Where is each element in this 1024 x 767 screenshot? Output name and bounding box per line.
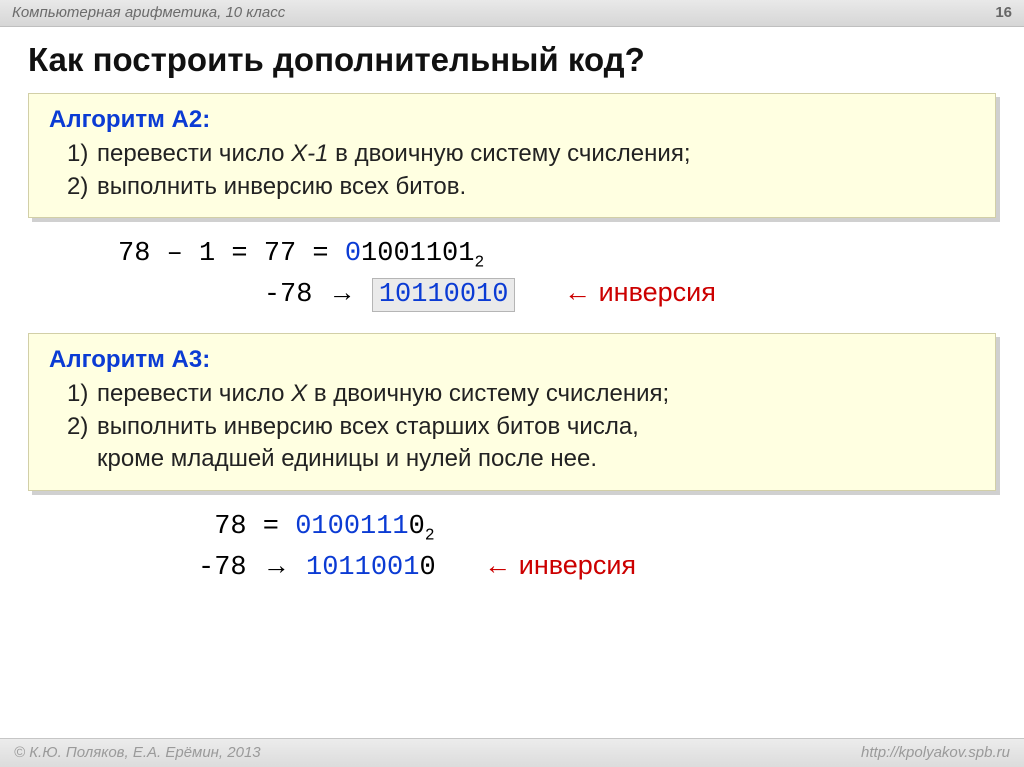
algorithm-a3-box: Алгоритм A3: 1)перевести число X в двоич… (28, 333, 996, 491)
algo-a2-step2: 2)выполнить инверсию всех битов. (49, 171, 975, 203)
eq-row-1: 78 – 1 = 77 = 010011012 (118, 236, 996, 274)
step-number: 1) (67, 138, 97, 170)
eq-text: 78 – 1 = 77 = (118, 239, 345, 269)
slide-content: Как построить дополнительный код? Алгори… (0, 27, 1024, 587)
step-text: перевести число (97, 380, 291, 407)
eq-row-2: -78 → 10110010 ← инверсия (118, 274, 996, 315)
step-text: кроме младшей единицы и нулей после нее. (97, 445, 597, 472)
base-subscript: 2 (425, 526, 435, 544)
example-a3: 78 = 010011102 -78 → 10110010 ← инверсия (198, 509, 996, 588)
leading-zero: 0 (345, 239, 361, 269)
course-title: Компьютерная арифметика, 10 класс (12, 0, 285, 26)
algo-a3-step2-cont: кроме младшей единицы и нулей после нее. (49, 443, 975, 475)
eq-space (515, 280, 564, 310)
eq-indent (118, 280, 264, 310)
variable-x: X (291, 380, 307, 407)
site-url: http://kpolyakov.spb.ru (861, 739, 1010, 767)
right-arrow-icon: → (263, 550, 290, 580)
copyright: © К.Ю. Поляков, Е.А. Ерёмин, 2013 (14, 739, 261, 767)
inversion-text: инверсия (511, 550, 636, 580)
left-arrow-icon: ← (564, 277, 591, 307)
blue-prefix-bits: 0100111 (295, 512, 408, 542)
step-number-blank (67, 443, 97, 475)
algorithm-a2-box: Алгоритм A2: 1)перевести число X-1 в дво… (28, 93, 996, 218)
header-bar: Компьютерная арифметика, 10 класс 16 (0, 0, 1024, 27)
step-text: перевести число (97, 140, 291, 167)
example-a2: 78 – 1 = 77 = 010011012 -78 → 10110010 ←… (118, 236, 996, 315)
step-number: 2) (67, 411, 97, 443)
base-subscript: 2 (474, 254, 484, 272)
step-text: выполнить инверсию всех битов. (97, 173, 466, 200)
page-number: 16 (995, 0, 1012, 26)
step-text: в двоичную систему счисления; (307, 380, 669, 407)
inversion-text: инверсия (591, 277, 716, 307)
eq-space (436, 553, 485, 583)
blue-inverted-bits: 1011001 (306, 553, 419, 583)
step-number: 1) (67, 378, 97, 410)
left-arrow-icon: ← (484, 550, 511, 580)
eq2-row-1: 78 = 010011102 (198, 509, 996, 547)
eq2-row-2: -78 → 10110010 ← инверсия (198, 547, 996, 588)
eq-space (290, 553, 306, 583)
step-number: 2) (67, 171, 97, 203)
algo-a3-step2: 2)выполнить инверсию всех старших битов … (49, 411, 975, 443)
tail-bits: 0 (409, 512, 425, 542)
inversion-label: ← инверсия (564, 277, 716, 307)
variable-x-minus-1: X-1 (291, 140, 328, 167)
eq-text: -78 (198, 553, 263, 583)
algo-a2-step1: 1)перевести число X-1 в двоичную систему… (49, 138, 975, 170)
algo-a2-heading: Алгоритм A2: (49, 104, 975, 136)
step-text: выполнить инверсию всех старших битов чи… (97, 413, 639, 440)
eq-text: -78 (264, 280, 329, 310)
right-arrow-icon: → (329, 277, 356, 307)
inverted-result: 10110010 (372, 278, 516, 312)
eq-space (356, 280, 372, 310)
page-title: Как построить дополнительный код? (28, 41, 996, 79)
algo-a3-step1: 1)перевести число X в двоичную систему с… (49, 378, 975, 410)
eq-text: 78 = (198, 512, 295, 542)
step-text: в двоичную систему счисления; (329, 140, 691, 167)
binary-digits: 1001101 (361, 239, 474, 269)
tail-bits: 0 (419, 553, 435, 583)
inversion-label: ← инверсия (484, 550, 636, 580)
footer-bar: © К.Ю. Поляков, Е.А. Ерёмин, 2013 http:/… (0, 738, 1024, 767)
algo-a3-heading: Алгоритм A3: (49, 344, 975, 376)
